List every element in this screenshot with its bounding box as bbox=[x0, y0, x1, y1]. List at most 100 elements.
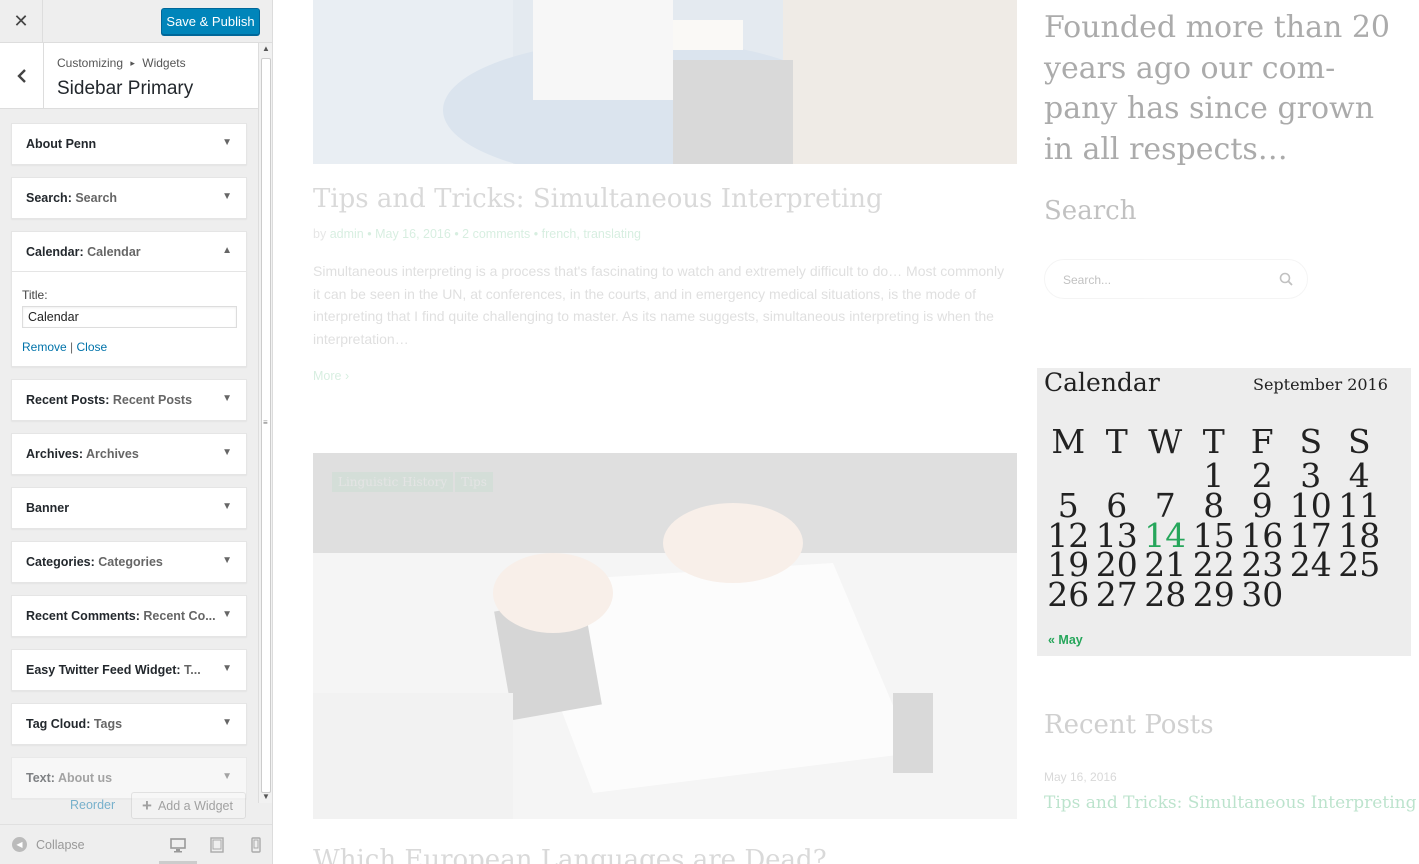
post-title[interactable]: Which European Languages are Dead? bbox=[313, 845, 827, 864]
breadcrumb-root: Customizing bbox=[57, 56, 124, 70]
post-featured-image[interactable] bbox=[313, 0, 1017, 164]
widget-title: Tag Cloud bbox=[26, 717, 87, 731]
widget-title: Categories bbox=[26, 555, 91, 569]
widget-header[interactable]: Banner ▼ bbox=[12, 488, 246, 528]
remove-widget-link[interactable]: Remove bbox=[22, 340, 67, 354]
weekday-header: S bbox=[1347, 422, 1371, 461]
customizer-header: ✕ Save & Publish bbox=[0, 0, 272, 43]
weekday-header: T bbox=[1105, 422, 1128, 461]
search-placeholder: Search... bbox=[1063, 273, 1112, 287]
widget-easy-twitter-feed[interactable]: Easy Twitter Feed Widget: T... ▼ bbox=[11, 649, 247, 691]
mobile-preview-icon[interactable] bbox=[248, 837, 264, 853]
category-link[interactable]: french bbox=[542, 227, 577, 241]
expand-arrow-icon[interactable]: ▼ bbox=[222, 609, 232, 620]
recent-post-link[interactable]: Tips and Tricks: Simultaneous Interpreti… bbox=[1044, 793, 1416, 813]
date-link[interactable]: May 16, 2016 bbox=[375, 227, 451, 241]
widget-title: Easy Twitter Feed Widget bbox=[26, 663, 177, 677]
expand-arrow-icon[interactable]: ▼ bbox=[222, 191, 232, 202]
expand-arrow-icon[interactable]: ▼ bbox=[222, 555, 232, 566]
calendar-title: Calendar bbox=[1044, 368, 1160, 397]
category-link[interactable]: translating bbox=[583, 227, 641, 241]
author-link[interactable]: admin bbox=[330, 227, 364, 241]
site-preview: Tips and Tricks: Simultaneous Interpreti… bbox=[274, 0, 1419, 864]
scroll-thumb[interactable]: ≡ bbox=[261, 58, 271, 793]
search-icon[interactable] bbox=[1279, 272, 1293, 286]
widget-list: About Penn ▼ Search: Search ▼ Calendar: … bbox=[11, 123, 247, 811]
site-search-input[interactable]: Search... bbox=[1044, 259, 1308, 299]
calendar-day: 29 bbox=[1192, 575, 1235, 615]
calendar-empty-cell bbox=[1287, 580, 1336, 610]
expand-arrow-icon[interactable]: ▼ bbox=[222, 393, 232, 404]
calendar-day: 27 bbox=[1095, 575, 1138, 615]
calendar-empty-cell bbox=[1335, 580, 1384, 610]
grip-icon: ≡ bbox=[263, 418, 268, 427]
read-more-link[interactable]: More › bbox=[313, 369, 349, 383]
expand-arrow-icon[interactable]: ▼ bbox=[222, 501, 232, 512]
expand-arrow-icon[interactable]: ▼ bbox=[222, 717, 232, 728]
widget-header[interactable]: About Penn ▼ bbox=[12, 124, 246, 164]
tag-link[interactable]: Linguistic History bbox=[332, 472, 454, 492]
widget-recent-comments[interactable]: Recent Comments: Recent Co... ▼ bbox=[11, 595, 247, 637]
widget-archives[interactable]: Archives: Archives ▼ bbox=[11, 433, 247, 475]
meta-by: by bbox=[313, 227, 327, 241]
expand-arrow-icon[interactable]: ▼ bbox=[222, 663, 232, 674]
widget-categories[interactable]: Categories: Categories ▼ bbox=[11, 541, 247, 583]
widget-header[interactable]: Calendar: Calendar ▲ bbox=[12, 232, 246, 272]
weekday-header: T bbox=[1202, 422, 1225, 461]
widget-subtitle: Categories bbox=[98, 555, 163, 569]
title-field[interactable] bbox=[22, 306, 237, 328]
panel-title: Sidebar Primary bbox=[57, 78, 194, 99]
comments-link[interactable]: 2 comments bbox=[462, 227, 530, 241]
collapse-button[interactable]: ◀ Collapse bbox=[12, 837, 85, 852]
widget-header[interactable]: Tag Cloud: Tags ▼ bbox=[12, 704, 246, 744]
calendar-week: 26 27 28 29 30 bbox=[1044, 575, 1384, 615]
back-button[interactable] bbox=[0, 43, 44, 109]
widget-subtitle: Calendar bbox=[87, 245, 141, 259]
post-title[interactable]: Tips and Tricks: Simultaneous Interpreti… bbox=[313, 184, 883, 214]
close-customizer-button[interactable]: ✕ bbox=[0, 0, 43, 43]
post-featured-image[interactable] bbox=[313, 453, 1017, 819]
calendar-prev-month-link[interactable]: « May bbox=[1048, 633, 1083, 647]
expand-arrow-icon[interactable]: ▼ bbox=[222, 137, 232, 148]
close-widget-link[interactable]: Close bbox=[77, 340, 108, 354]
desktop-preview-icon[interactable] bbox=[170, 837, 186, 853]
widget-recent-posts[interactable]: Recent Posts: Recent Posts ▼ bbox=[11, 379, 247, 421]
widget-header[interactable]: Archives: Archives ▼ bbox=[12, 434, 246, 474]
expand-arrow-icon[interactable]: ▼ bbox=[222, 447, 232, 458]
panel-scrollbar[interactable]: ▲ ≡ ▼ bbox=[258, 43, 272, 803]
widget-header[interactable]: Recent Comments: Recent Co... ▼ bbox=[12, 596, 246, 636]
post-meta: by admin • May 16, 2016 • 2 comments • f… bbox=[313, 227, 641, 241]
breadcrumb-separator-icon: ▸ bbox=[130, 58, 135, 68]
collapse-label: Collapse bbox=[36, 837, 85, 852]
widget-about-penn[interactable]: About Penn ▼ bbox=[11, 123, 247, 165]
widget-title: Banner bbox=[26, 501, 70, 515]
chevron-left-icon bbox=[16, 69, 26, 83]
recent-posts-heading: Recent Posts bbox=[1044, 710, 1214, 740]
tag-link[interactable]: Tips bbox=[455, 472, 493, 492]
add-widget-button[interactable]: + Add a Widget bbox=[131, 792, 246, 819]
widget-tag-cloud[interactable]: Tag Cloud: Tags ▼ bbox=[11, 703, 247, 745]
widget-search[interactable]: Search: Search ▼ bbox=[11, 177, 247, 219]
title-field-label: Title: bbox=[22, 288, 48, 302]
close-icon: ✕ bbox=[13, 11, 29, 31]
widget-calendar[interactable]: Calendar: Calendar ▲ Title: Remove | Clo… bbox=[11, 231, 247, 367]
widget-header[interactable]: Recent Posts: Recent Posts ▼ bbox=[12, 380, 246, 420]
widget-actions: Remove | Close bbox=[22, 340, 236, 354]
scroll-down-arrow-icon[interactable]: ▼ bbox=[262, 792, 270, 801]
widget-header[interactable]: Search: Search ▼ bbox=[12, 178, 246, 218]
widget-banner[interactable]: Banner ▼ bbox=[11, 487, 247, 529]
widget-header[interactable]: Categories: Categories ▼ bbox=[12, 542, 246, 582]
expand-arrow-icon[interactable]: ▼ bbox=[222, 771, 232, 782]
tablet-preview-icon[interactable] bbox=[209, 837, 225, 853]
reorder-link[interactable]: Reorder bbox=[70, 798, 115, 812]
scroll-up-arrow-icon[interactable]: ▲ bbox=[262, 44, 270, 53]
widget-subtitle: Search bbox=[75, 191, 118, 205]
widget-subtitle: About us bbox=[57, 771, 113, 785]
widget-header[interactable]: Easy Twitter Feed Widget: T... ▼ bbox=[12, 650, 246, 690]
section-header: Customizing ▸ Widgets Sidebar Primary bbox=[0, 43, 258, 109]
widget-area-actions: Reorder + Add a Widget bbox=[0, 792, 258, 820]
weekday-header: M bbox=[1051, 422, 1086, 461]
collapse-arrow-icon[interactable]: ▲ bbox=[222, 245, 232, 256]
save-publish-button[interactable]: Save & Publish bbox=[161, 8, 260, 35]
breadcrumb-leaf: Widgets bbox=[142, 56, 186, 70]
